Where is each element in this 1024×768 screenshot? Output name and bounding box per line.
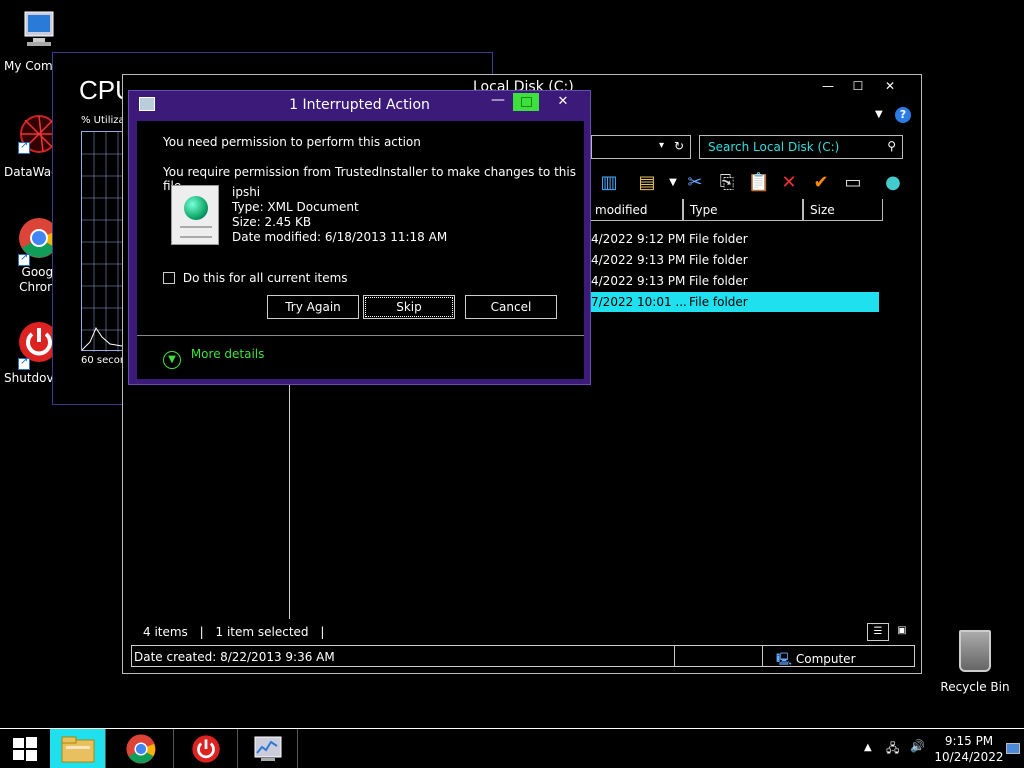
- cancel-button[interactable]: Cancel: [465, 295, 557, 319]
- volume-icon[interactable]: 🔊: [910, 739, 925, 753]
- start-button[interactable]: [0, 729, 50, 768]
- file-row[interactable]: 4/2022 9:13 PM File folder: [589, 250, 879, 270]
- address-bar[interactable]: ▾ ↻: [591, 135, 691, 159]
- try-again-button[interactable]: Try Again: [267, 295, 359, 319]
- computer-icon: [24, 11, 54, 46]
- file-size: Size: 2.45 KB: [232, 215, 312, 229]
- rename-icon[interactable]: ▭: [841, 171, 865, 195]
- xml-file-icon: [171, 185, 219, 245]
- close-button[interactable]: ✕: [543, 93, 583, 111]
- globe-icon[interactable]: ●: [881, 171, 905, 195]
- dialog-body: You need permission to perform this acti…: [137, 121, 584, 379]
- task-manager-icon: [254, 736, 281, 761]
- column-header-type[interactable]: Type: [683, 199, 803, 221]
- search-icon: ⚲: [887, 139, 896, 153]
- shortcut-arrow-icon: [18, 140, 30, 154]
- utilization-label: % Utiliza: [81, 115, 125, 126]
- taskbar-chrome-button[interactable]: [108, 729, 174, 768]
- date-created: Date created: 8/22/2013 9:36 AM: [134, 650, 335, 664]
- recycle-bin-icon: [959, 630, 991, 672]
- selected-count: 1 item selected: [215, 625, 309, 639]
- network-icon[interactable]: 🖧: [886, 739, 899, 760]
- file-row[interactable]: 4/2022 9:13 PM File folder: [589, 271, 879, 291]
- navigation-pane-divider[interactable]: [289, 375, 290, 619]
- item-count: 4 items: [143, 625, 188, 639]
- taskbar-clock[interactable]: 9:15 PM 10/24/2022: [934, 733, 1004, 765]
- chrome-icon: [125, 734, 156, 764]
- permission-message: You need permission to perform this acti…: [163, 135, 421, 149]
- desktop-icon-label: Recycle Bin: [940, 680, 1010, 694]
- apply-to-all-checkbox[interactable]: Do this for all current items: [163, 271, 348, 285]
- minimize-button[interactable]: —: [485, 93, 511, 111]
- chevron-down-icon[interactable]: ▼: [661, 171, 685, 195]
- taskbar-explorer-button[interactable]: [50, 729, 106, 768]
- clock-date: 10/24/2022: [934, 750, 1004, 764]
- delete-icon[interactable]: ✕: [777, 171, 801, 195]
- search-placeholder: Search Local Disk (C:): [708, 140, 840, 154]
- computer-icon: 🖳: [776, 652, 793, 666]
- checkbox-box[interactable]: [163, 272, 175, 284]
- taskbar-shutdown-button[interactable]: [174, 729, 238, 768]
- more-details-toggle[interactable]: ▼ More details: [163, 347, 264, 369]
- file-modified: Date modified: 6/18/2013 11:18 AM: [232, 230, 448, 244]
- help-icon[interactable]: ?: [895, 107, 911, 123]
- column-header-date-modified[interactable]: modified: [589, 199, 683, 221]
- details-view-button[interactable]: ☰: [867, 623, 889, 641]
- status-summary: 4 items | 1 item selected |: [143, 625, 325, 639]
- refresh-icon[interactable]: ↻: [674, 139, 684, 153]
- column-header-size[interactable]: Size: [803, 199, 883, 221]
- taskbar-task-manager-button[interactable]: [238, 729, 298, 768]
- chevron-down-icon: ▼: [163, 351, 181, 369]
- graph-time-label: 60 secor: [81, 355, 124, 366]
- copy-icon[interactable]: ⎘: [715, 171, 739, 195]
- search-input[interactable]: Search Local Disk (C:) ⚲: [699, 135, 903, 159]
- shortcut-arrow-icon: [18, 252, 30, 266]
- file-name: ipshi: [232, 185, 261, 199]
- dialog-divider: [137, 335, 584, 336]
- cut-icon[interactable]: ✂: [683, 171, 707, 195]
- show-desktop-button[interactable]: [1006, 743, 1020, 754]
- properties-check-icon[interactable]: ✔: [809, 171, 833, 195]
- minimize-button[interactable]: —: [813, 77, 843, 95]
- interrupted-action-dialog[interactable]: 1 Interrupted Action — ✕ You need permis…: [128, 90, 591, 385]
- preview-pane-icon[interactable]: ▥: [597, 171, 621, 195]
- chevron-down-icon[interactable]: ▾: [659, 140, 664, 151]
- status-bar: Date created: 8/22/2013 9:36 AM 🖳 Comput…: [131, 645, 915, 667]
- skip-button[interactable]: Skip: [363, 295, 455, 319]
- file-type: Type: XML Document: [232, 200, 359, 214]
- file-info: ipshi Type: XML Document Size: 2.45 KB D…: [232, 185, 447, 245]
- maximize-button[interactable]: ☐: [843, 77, 873, 95]
- file-row-selected[interactable]: 7/2022 10:01 ... File folder: [589, 292, 879, 312]
- windows-logo-icon: [13, 737, 37, 761]
- close-button[interactable]: ✕: [875, 77, 905, 95]
- chevron-down-icon[interactable]: ▼: [875, 109, 883, 120]
- location-label: 🖳 Computer: [776, 652, 856, 666]
- power-icon: [191, 735, 220, 763]
- paste-icon[interactable]: 📋: [747, 171, 771, 195]
- shortcut-arrow-icon: [18, 356, 30, 370]
- clock-time: 9:15 PM: [944, 734, 994, 748]
- folder-options-icon[interactable]: ▤: [635, 171, 659, 195]
- folder-icon: [61, 736, 94, 763]
- large-icons-view-button[interactable]: ▣: [891, 623, 913, 641]
- file-row[interactable]: 4/2022 9:12 PM File folder: [589, 229, 879, 249]
- taskbar: ▲ 🖧 🔊 9:15 PM 10/24/2022: [0, 728, 1024, 768]
- maximize-button[interactable]: [513, 93, 539, 111]
- show-hidden-icons[interactable]: ▲: [864, 742, 872, 753]
- desktop-icon-recycle-bin[interactable]: Recycle Bin: [940, 630, 1010, 694]
